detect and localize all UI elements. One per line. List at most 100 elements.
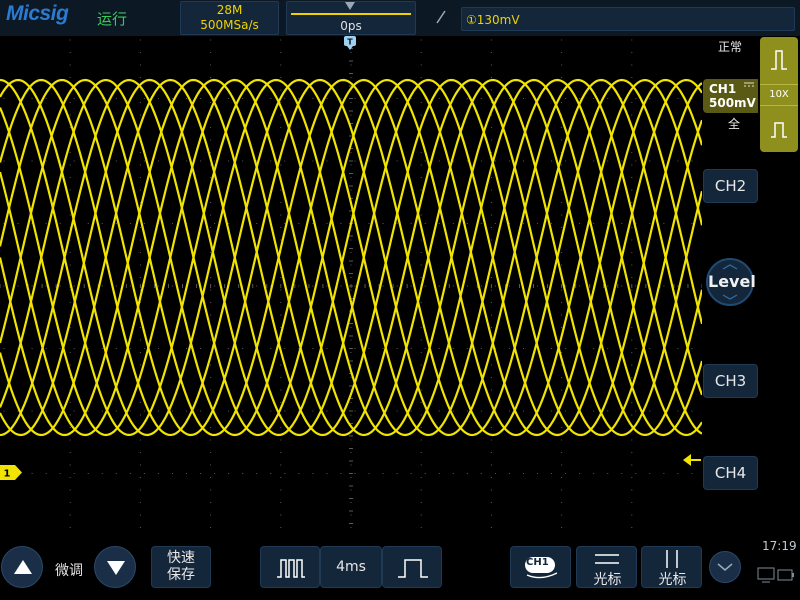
grid-dot: [139, 514, 141, 516]
grid-dot: [69, 502, 71, 503]
ch1-offset-marker[interactable]: 1: [0, 465, 22, 480]
grid-dot: [59, 348, 61, 349]
cursor-source-button[interactable]: CH1: [510, 546, 571, 588]
grid-dot: [186, 160, 188, 162]
grid-dot: [350, 464, 352, 466]
acquisition-info[interactable]: 28M 500MSa/s: [180, 1, 279, 35]
chevron-down-icon: [717, 563, 733, 571]
grid-dot: [452, 410, 454, 412]
bottom-control-bar: 微调 快速 保存 4ms CH1 光标 光标 17:19: [0, 536, 800, 600]
grid-dot: [200, 410, 202, 412]
grid-dot: [312, 410, 314, 412]
grid-dot: [420, 114, 422, 116]
ch1-button[interactable]: CH1 500mV: [703, 79, 758, 113]
grid-dot: [280, 227, 282, 228]
ch2-button[interactable]: CH2: [703, 169, 758, 203]
grid-dot: [210, 127, 212, 128]
grid-dot: [593, 348, 595, 349]
waveform-display[interactable]: [0, 36, 702, 536]
grid-dot: [494, 223, 496, 224]
grid-dot: [210, 289, 212, 291]
grid-dot: [280, 364, 282, 366]
ch1-settings-panel[interactable]: 10X: [760, 37, 798, 152]
grid-dot: [593, 98, 595, 99]
trigger-level-info[interactable]: ①130mV: [461, 7, 795, 31]
grid-dot: [115, 285, 117, 287]
scale-down-pulse-icon[interactable]: [769, 117, 789, 139]
ch3-button[interactable]: CH3: [703, 364, 758, 398]
ch4-button[interactable]: CH4: [703, 456, 758, 490]
grid-dot: [280, 314, 282, 316]
grid-dot: [210, 252, 212, 253]
grid-dot: [561, 89, 563, 91]
grid-dot: [438, 160, 440, 162]
grid-dot: [579, 473, 581, 474]
quick-save-button[interactable]: 快速 保存: [151, 546, 211, 588]
grid-dot: [691, 348, 693, 349]
trigger-mode-label[interactable]: 正常: [718, 38, 742, 55]
grid-dot: [31, 160, 33, 162]
grid-dot: [210, 277, 212, 278]
grid-dot: [350, 52, 352, 53]
grid-dot: [635, 285, 637, 287]
grid-dot: [210, 139, 212, 141]
grid-dot: [350, 339, 352, 341]
fine-down-button[interactable]: [94, 546, 136, 588]
grid-dot: [69, 477, 71, 478]
grid-dot: [350, 189, 352, 191]
grid-dot: [139, 277, 141, 278]
horizontal-cursor-button[interactable]: 光标: [576, 546, 637, 588]
rising-edge-icon[interactable]: [436, 10, 446, 24]
grid-dot: [490, 39, 492, 41]
grid-dot: [649, 223, 651, 224]
grid-dot: [69, 402, 71, 403]
grid-dot: [368, 348, 370, 349]
timebase-decrease-button[interactable]: [260, 546, 320, 588]
grid-dot: [631, 64, 633, 66]
trigger-level-marker[interactable]: [683, 453, 701, 467]
fine-up-button[interactable]: [1, 546, 43, 588]
grid-dot: [228, 410, 230, 412]
grid-dot: [350, 289, 352, 291]
vertical-cursor-button[interactable]: 光标: [641, 546, 702, 588]
grid-dot: [551, 473, 553, 474]
grid-dot: [326, 473, 328, 474]
grid-dot: [270, 160, 272, 162]
grid-dot: [663, 223, 665, 224]
grid-dot: [438, 410, 440, 412]
trigger-level-knob[interactable]: Level: [706, 258, 756, 306]
grid-dot: [561, 427, 563, 428]
grid-dot: [410, 223, 412, 224]
grid-dot: [480, 98, 482, 99]
grid-dot: [157, 98, 159, 99]
grid-dot: [69, 452, 71, 453]
timebase-position-panel[interactable]: 0ps: [286, 1, 416, 35]
grid-dot: [424, 160, 426, 162]
grid-dot: [31, 473, 33, 474]
trigger-position-icon[interactable]: T: [343, 36, 357, 50]
narrow-pulse-icon: [277, 559, 305, 578]
grid-dot: [631, 227, 633, 228]
grid-dot: [69, 427, 71, 428]
grid-dot: [631, 464, 633, 466]
grid-dot: [210, 214, 212, 216]
grid-dot: [561, 364, 563, 366]
timebase-increase-button[interactable]: [382, 546, 442, 588]
scale-up-pulse-icon[interactable]: [769, 49, 789, 71]
grid-dot: [649, 98, 651, 99]
grid-dot: [424, 223, 426, 224]
probe-ratio[interactable]: 10X: [760, 89, 798, 100]
expand-menu-button[interactable]: [709, 551, 741, 583]
grid-dot: [490, 64, 492, 66]
horizontal-position: 0ps: [340, 19, 362, 33]
timebase-value[interactable]: 4ms: [320, 546, 382, 588]
grid-dot: [561, 289, 563, 291]
grid-dot: [69, 364, 71, 366]
run-stop-status[interactable]: 运行: [97, 8, 127, 29]
grid-dot: [631, 202, 633, 203]
grid-dot: [87, 223, 89, 224]
grid-dot: [256, 160, 258, 162]
grid-dot: [607, 410, 609, 412]
grid-dot: [69, 352, 71, 353]
grid-dot: [242, 410, 244, 412]
